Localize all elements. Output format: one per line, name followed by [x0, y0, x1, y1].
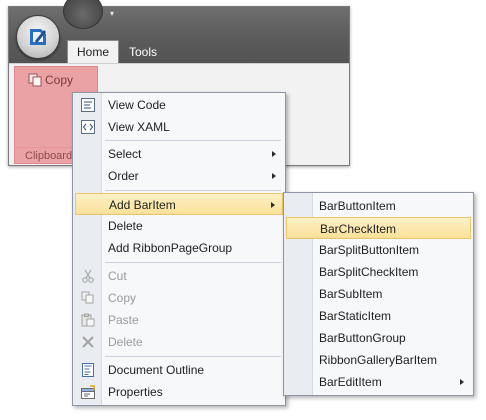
- copy-icon: [28, 73, 42, 87]
- tab-tools[interactable]: Tools: [120, 41, 166, 63]
- menu-separator: [105, 190, 281, 191]
- submenu-arrow-icon: [271, 202, 275, 208]
- menu-item-label: BarCheckItem: [320, 222, 397, 236]
- menu-item-label: Order: [108, 169, 139, 183]
- menu-item-label: Copy: [108, 291, 137, 305]
- menu-item-label: BarStaticItem: [319, 309, 392, 323]
- properties-icon: [80, 384, 96, 400]
- document-outline-icon: [80, 362, 96, 378]
- menu-item-label: Properties: [108, 385, 163, 399]
- submenu-item-bareditItem[interactable]: BarEditItem: [286, 371, 471, 393]
- copy-button[interactable]: Copy: [28, 71, 73, 89]
- menu-item-label: Delete: [108, 219, 143, 233]
- submenu-item-barsplitbuttonitem[interactable]: BarSplitButtonItem: [286, 239, 471, 261]
- menu-item-order[interactable]: Order: [75, 165, 283, 187]
- menu-item-delete-disabled[interactable]: Delete: [75, 331, 283, 353]
- menu-item-label: View Code: [108, 98, 166, 112]
- app-logo-icon: [30, 29, 46, 45]
- menu-item-copy[interactable]: Copy: [75, 287, 283, 309]
- submenu-item-barcheckitem[interactable]: BarCheckItem: [286, 217, 471, 239]
- paste-icon: [80, 312, 96, 328]
- view-code-icon: [80, 97, 96, 113]
- menu-item-add-baritem[interactable]: Add BarItem: [75, 193, 283, 215]
- submenu-item-barstaticitem[interactable]: BarStaticItem: [286, 305, 471, 327]
- menu-item-label: Select: [108, 147, 142, 161]
- context-menu: View Code View XAML Select Order Add Bar…: [72, 92, 286, 406]
- menu-item-document-outline[interactable]: Document Outline: [75, 359, 283, 381]
- application-button[interactable]: [16, 15, 60, 59]
- menu-item-label: Add BarItem: [109, 198, 176, 212]
- menu-separator: [105, 262, 281, 263]
- ribbon-titlebar: ▾ Home Tools: [9, 0, 349, 64]
- menu-item-label: Paste: [108, 313, 139, 327]
- menu-item-label: BarSplitButtonItem: [319, 243, 420, 257]
- menu-item-label: BarSubItem: [319, 287, 383, 301]
- menu-item-view-code[interactable]: View Code: [75, 94, 283, 116]
- menu-item-delete[interactable]: Delete: [75, 215, 283, 237]
- qat-dropdown-icon[interactable]: ▾: [107, 10, 117, 20]
- copy-icon: [80, 290, 96, 306]
- delete-x-icon: [80, 334, 96, 350]
- submenu-item-barsplitcheckitem[interactable]: BarSplitCheckItem: [286, 261, 471, 283]
- submenu-arrow-icon: [272, 151, 276, 157]
- menu-item-add-ribbonpagegroup[interactable]: Add RibbonPageGroup: [75, 237, 283, 259]
- menu-item-label: Document Outline: [108, 363, 205, 377]
- submenu-arrow-icon: [460, 379, 464, 385]
- scissors-icon: [80, 268, 96, 284]
- menu-item-view-xaml[interactable]: View XAML: [75, 116, 283, 138]
- menu-item-label: BarEditItem: [319, 375, 382, 389]
- submenu-item-barbuttongroup[interactable]: BarButtonGroup: [286, 327, 471, 349]
- menu-item-paste[interactable]: Paste: [75, 309, 283, 331]
- menu-item-label: BarButtonItem: [319, 199, 396, 213]
- menu-item-label: BarButtonGroup: [319, 331, 406, 345]
- menu-item-properties[interactable]: Properties: [75, 381, 283, 403]
- view-xaml-icon: [80, 119, 96, 135]
- menu-item-cut[interactable]: Cut: [75, 265, 283, 287]
- menu-item-label: BarSplitCheckItem: [319, 265, 419, 279]
- menu-item-label: RibbonGalleryBarItem: [319, 353, 438, 367]
- menu-item-select[interactable]: Select: [75, 143, 283, 165]
- menu-separator: [105, 356, 281, 357]
- submenu-item-ribbongallerybaritem[interactable]: RibbonGalleryBarItem: [286, 349, 471, 371]
- menu-item-label: View XAML: [108, 120, 170, 134]
- menu-item-label: Delete: [108, 335, 143, 349]
- submenu-item-barbuttonitem[interactable]: BarButtonItem: [286, 195, 471, 217]
- menu-item-label: Add RibbonPageGroup: [108, 241, 233, 255]
- submenu-arrow-icon: [272, 173, 276, 179]
- add-baritem-submenu: BarButtonItem BarCheckItem BarSplitButto…: [283, 192, 474, 396]
- tab-home[interactable]: Home: [67, 40, 120, 64]
- menu-item-label: Cut: [108, 269, 127, 283]
- copy-label: Copy: [45, 73, 74, 87]
- submenu-item-barsubitem[interactable]: BarSubItem: [286, 283, 471, 305]
- quick-access-toolbar: [63, 0, 103, 29]
- menu-separator: [105, 140, 281, 141]
